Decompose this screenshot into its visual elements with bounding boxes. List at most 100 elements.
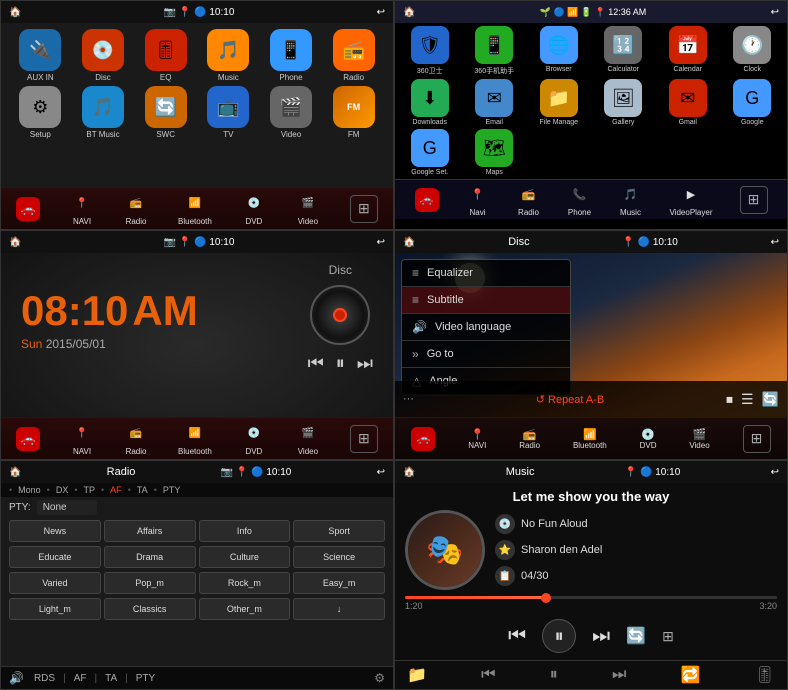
app-google-settings[interactable]: G Google Set. [399, 129, 461, 176]
app-downloads[interactable]: ⬇ Downloads [399, 79, 461, 126]
nav3-bluetooth[interactable]: 📶 Bluetooth [178, 421, 212, 456]
genre-more[interactable]: ↓ [293, 598, 385, 620]
nav-item-dvd[interactable]: 💿 DVD [242, 191, 266, 226]
menu-video-language[interactable]: 🔊 Video language [402, 314, 570, 341]
music-shuffle-button[interactable]: ⊞ [662, 628, 674, 645]
music-repeat-button[interactable]: 🔄 [626, 626, 646, 646]
app-tv[interactable]: 📺 TV [199, 86, 258, 139]
app-video[interactable]: 🎬 Video [262, 86, 321, 139]
music-loop-button[interactable]: 🔁 [681, 665, 701, 685]
grid-view-button[interactable]: ⊞ [350, 195, 378, 223]
option-af[interactable]: AF [110, 485, 122, 495]
app-calculator[interactable]: 🔢 Calculator [593, 26, 655, 76]
app-email[interactable]: ✉ Email [464, 79, 526, 126]
nav4-dvd[interactable]: 💿 DVD [640, 428, 657, 450]
nav3-navi[interactable]: 📍 NAVI [70, 421, 94, 456]
dvd-stop-button[interactable]: ⏹ [726, 391, 733, 408]
nav-item-video[interactable]: 🎬 Video [296, 191, 320, 226]
genre-rock-m[interactable]: Rock_m [199, 572, 291, 594]
nav-item-navi[interactable]: 📍 NAVI [70, 191, 94, 226]
genre-info[interactable]: Info [199, 520, 291, 542]
nav3-dvd[interactable]: 💿 DVD [242, 421, 266, 456]
app-gmail[interactable]: ✉ Gmail [657, 79, 719, 126]
option-pty[interactable]: PTY [163, 485, 181, 495]
genre-educate[interactable]: Educate [9, 546, 101, 568]
genre-light-m[interactable]: Light_m [9, 598, 101, 620]
back-icon-2[interactable]: ↩ [771, 7, 779, 18]
nav-item-bluetooth[interactable]: 📶 Bluetooth [178, 191, 212, 226]
nav2-item-navi[interactable]: 📍 Navi [466, 182, 490, 217]
back-icon[interactable]: ↩ [377, 7, 385, 18]
app-phone[interactable]: 📱 Phone [262, 29, 321, 82]
genre-pop-m[interactable]: Pop_m [104, 572, 196, 594]
genre-science[interactable]: Science [293, 546, 385, 568]
back-icon-6[interactable]: ↩ [771, 467, 779, 478]
app-360-assistant[interactable]: 📱 360手机助手 [464, 26, 526, 76]
nav4-navi[interactable]: 📍 NAVI [468, 428, 486, 450]
music-eq-icon[interactable]: 🎚 [755, 665, 775, 685]
music-play-button[interactable]: ⏸ [542, 619, 576, 653]
genre-classics[interactable]: Classics [104, 598, 196, 620]
option-mono[interactable]: Mono [18, 485, 41, 495]
option-tp[interactable]: TP [84, 485, 96, 495]
bottom-pty[interactable]: PTY [136, 673, 155, 684]
app-maps[interactable]: 🗺 Maps [464, 129, 526, 176]
genre-drama[interactable]: Drama [104, 546, 196, 568]
menu-subtitle[interactable]: ≡ Subtitle [402, 287, 570, 314]
play-pause-button[interactable]: ⏸ [336, 353, 345, 374]
dvd-list-button[interactable]: ☰ [741, 391, 754, 408]
nav4-car[interactable]: 🚗 [411, 427, 435, 451]
nav4-bluetooth[interactable]: 📶 Bluetooth [573, 428, 607, 450]
nav3-car[interactable]: 🚗 [16, 427, 40, 451]
app-disc[interactable]: 💿 Disc [74, 29, 133, 82]
nav4-video[interactable]: 🎬 Video [689, 428, 709, 450]
prev-button[interactable]: ⏮ [308, 353, 324, 374]
app-swc[interactable]: 🔄 SWC [136, 86, 195, 139]
dvd-repeat-ab[interactable]: ↺ Repeat A-B [536, 393, 605, 406]
app-music[interactable]: 🎵 Music [199, 29, 258, 82]
next-button[interactable]: ⏭ [357, 353, 373, 374]
app-eq[interactable]: 🎚 EQ [136, 29, 195, 82]
nav2-item-video[interactable]: ▶ VideoPlayer [670, 182, 713, 217]
app-clock[interactable]: 🕐 Clock [722, 26, 784, 76]
nav2-item-music[interactable]: 🎵 Music [619, 182, 643, 217]
bottom-ta[interactable]: TA [105, 673, 117, 684]
genre-other-m[interactable]: Other_m [199, 598, 291, 620]
menu-equalizer[interactable]: ≡ Equalizer [402, 260, 570, 287]
app-fm[interactable]: FM FM [324, 86, 383, 139]
app-radio[interactable]: 📻 Radio [324, 29, 383, 82]
app-btmusic[interactable]: 🎵 BT Music [74, 86, 133, 139]
app-browser[interactable]: 🌐 Browser [528, 26, 590, 76]
app-gallery[interactable]: 🖼 Gallery [593, 79, 655, 126]
nav2-item-car[interactable]: 🚗 [415, 188, 439, 212]
progress-track[interactable] [405, 596, 777, 599]
nav3-video[interactable]: 🎬 Video [296, 421, 320, 456]
music-next-button[interactable]: ⏭ [592, 625, 610, 648]
genre-varied[interactable]: Varied [9, 572, 101, 594]
genre-culture[interactable]: Culture [199, 546, 291, 568]
bottom-rds[interactable]: RDS [34, 673, 55, 684]
genre-affairs[interactable]: Affairs [104, 520, 196, 542]
nav2-item-radio[interactable]: 📻 Radio [517, 182, 541, 217]
back-icon-5[interactable]: ↩ [377, 467, 385, 478]
genre-sport[interactable]: Sport [293, 520, 385, 542]
app-file-manager[interactable]: 📁 File Manage [528, 79, 590, 126]
bottom-af[interactable]: AF [74, 673, 87, 684]
music-folder-icon[interactable]: 📁 [407, 665, 427, 685]
settings-icon[interactable]: ⚙ [374, 671, 385, 685]
music-rewind-button[interactable]: ⏮ [481, 666, 495, 684]
music-pause-bottom[interactable]: ⏸ [550, 666, 558, 684]
back-icon-4[interactable]: ↩ [771, 237, 779, 248]
app-360-guard[interactable]: 🛡 360卫士 [399, 26, 461, 76]
app-setup[interactable]: ⚙ Setup [11, 86, 70, 139]
app-calendar[interactable]: 📅 Calendar [657, 26, 719, 76]
app-aux-in[interactable]: 🔌 AUX IN [11, 29, 70, 82]
option-ta[interactable]: TA [137, 485, 148, 495]
dvd-menu-dots[interactable]: ··· [403, 393, 414, 405]
dvd-repeat-button[interactable]: 🔄 [762, 391, 779, 408]
grid-view-button-3[interactable]: ⊞ [350, 425, 378, 453]
grid-view-button-2[interactable]: ⊞ [740, 186, 768, 214]
nav-item-radio[interactable]: 📻 Radio [124, 191, 148, 226]
music-ff-button[interactable]: ⏭ [612, 666, 626, 684]
back-icon-3[interactable]: ↩ [377, 237, 385, 248]
